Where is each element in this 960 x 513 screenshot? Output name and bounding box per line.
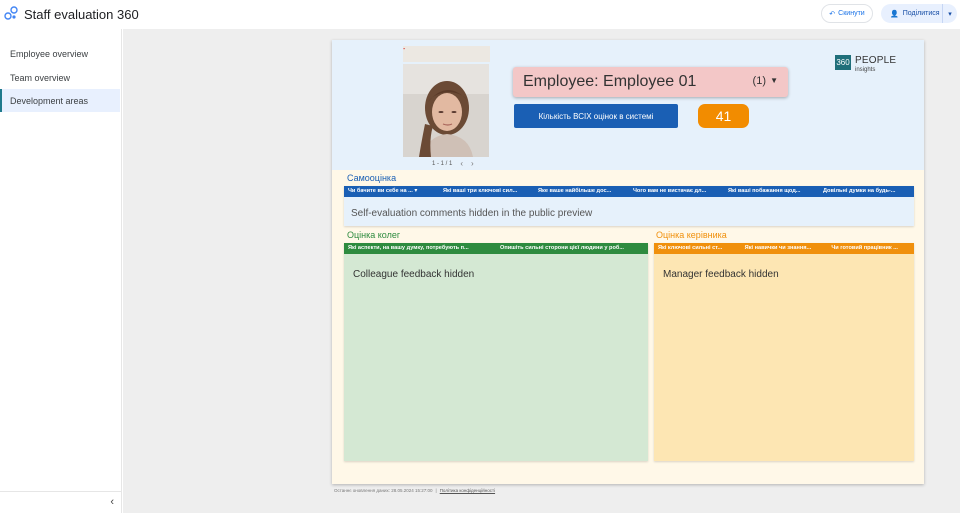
self-evaluation-header: Чи бачите ви себе на ... ▾ Які ваші три … <box>344 186 914 197</box>
reset-label: Скинути <box>838 10 865 17</box>
total-evaluations-value: 41 <box>698 104 749 128</box>
employee-select[interactable]: Employee: Employee 01 (1) ▼ <box>513 67 788 97</box>
previous-page-icon[interactable]: ‹ <box>460 159 463 168</box>
self-evaluation-table: Чи бачите ви себе на ... ▾ Які ваші три … <box>344 186 914 226</box>
column-header[interactable]: Чи готовий працівник ... <box>827 243 914 254</box>
report-page: - 1 - 1 / 1 ‹ › Employee: Employee 01 (1 <box>332 40 924 484</box>
top-bar: Staff evaluation 360 ↶ Скинути 👤 Поділит… <box>0 0 960 29</box>
report-footer: Останнє оновлення даних: 28.05.2024 15:2… <box>334 488 495 493</box>
privacy-policy-link[interactable]: Політика конфіденційності <box>440 488 495 493</box>
colleagues-evaluation-title: Оцінка колег <box>347 230 401 240</box>
sidebar-footer: ‹ <box>0 491 122 513</box>
manager-evaluation-title: Оцінка керівника <box>656 230 727 240</box>
employee-photo-image <box>403 64 489 157</box>
undo-icon: ↶ <box>829 10 836 18</box>
report-header: - 1 - 1 / 1 ‹ › Employee: Employee 01 (1 <box>332 40 924 170</box>
brand-name: PEOPLE <box>855 55 897 66</box>
column-header[interactable]: Довільні думки на будь-... <box>819 186 914 197</box>
footer-divider: | <box>435 488 437 493</box>
manager-evaluation-message: Manager feedback hidden <box>663 269 779 280</box>
add-person-icon: 👤 <box>890 10 899 18</box>
brand-logo: 360 <box>835 55 851 70</box>
sidebar: Employee overview Team overview Developm… <box>0 29 122 513</box>
last-updated-text: Останнє оновлення даних: 28.05.2024 15:2… <box>334 488 433 493</box>
app-logo-icon <box>4 6 18 20</box>
colleagues-evaluation-table: Які аспекти, на вашу думку, потребують п… <box>344 243 648 461</box>
employee-select-count: (1) <box>752 75 766 87</box>
photo-caption: - <box>403 46 490 62</box>
share-button[interactable]: 👤 Поділитися ▾ <box>881 4 957 23</box>
column-header[interactable]: Які ключові сильні ст... <box>654 243 741 254</box>
column-header[interactable]: Чи бачите ви себе на ... ▾ <box>344 186 439 197</box>
share-dropdown-caret-icon[interactable]: ▾ <box>943 10 957 18</box>
column-header[interactable]: Які навички чи знання... <box>741 243 828 254</box>
reset-button[interactable]: ↶ Скинути <box>821 4 873 23</box>
employee-select-value: Employee: Employee 01 <box>523 73 697 90</box>
colleagues-evaluation-header: Які аспекти, на вашу думку, потребують п… <box>344 243 648 254</box>
share-label: Поділитися <box>902 10 940 17</box>
report-title[interactable]: Staff evaluation 360 <box>24 7 179 22</box>
column-header[interactable]: Які аспекти, на вашу думку, потребують п… <box>344 243 496 254</box>
pager-text: 1 - 1 / 1 <box>432 160 453 167</box>
column-header[interactable]: Чого вам не вистачає дл... <box>629 186 724 197</box>
sidebar-item-team-overview[interactable]: Team overview <box>0 66 120 89</box>
chevron-down-icon: ▼ <box>770 76 778 85</box>
column-header[interactable]: Які ваші три ключові сил... <box>439 186 534 197</box>
brand-subtitle: insights <box>855 67 876 73</box>
employee-photo <box>403 64 489 157</box>
self-evaluation-message: Self-evaluation comments hidden in the p… <box>351 208 593 219</box>
collapse-sidebar-icon[interactable]: ‹ <box>110 496 114 508</box>
sidebar-item-employee-overview[interactable]: Employee overview <box>0 42 120 65</box>
self-evaluation-title: Самооцінка <box>347 173 397 183</box>
column-header[interactable]: Які ваші побажання щод... <box>724 186 819 197</box>
column-header[interactable]: Яке ваше найбільше дос... <box>534 186 629 197</box>
next-page-icon[interactable]: › <box>471 159 474 168</box>
sidebar-item-development-areas[interactable]: Development areas <box>0 89 120 112</box>
manager-evaluation-header: Які ключові сильні ст... Які навички чи … <box>654 243 914 254</box>
column-header[interactable]: Опишіть сильні сторони цієї людини у роб… <box>496 243 648 254</box>
photo-pager: 1 - 1 / 1 ‹ › <box>432 159 474 168</box>
colleagues-evaluation-message: Colleague feedback hidden <box>353 269 475 280</box>
manager-evaluation-table: Які ключові сильні ст... Які навички чи … <box>654 243 914 461</box>
total-evaluations-button[interactable]: Кількість ВСІХ оцінок в системі <box>514 104 678 128</box>
sort-caret-icon: ▾ <box>414 188 418 194</box>
